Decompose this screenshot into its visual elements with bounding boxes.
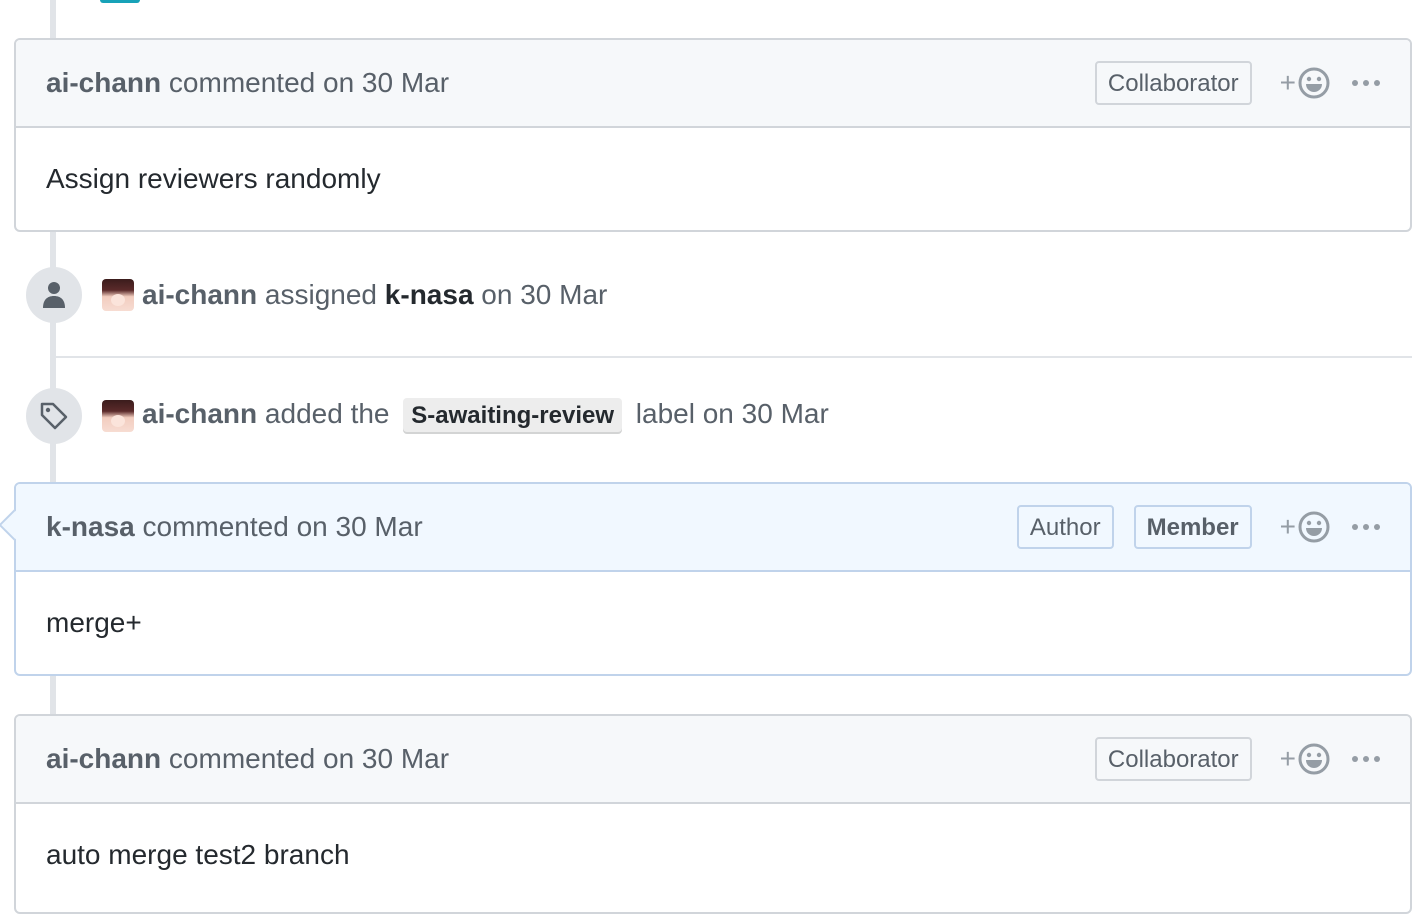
kebab-horizontal-icon [1352, 756, 1358, 762]
collaborator-badge: Collaborator [1094, 737, 1252, 781]
assigned-event-text: ai-chann assigned k-nasa on 30 Mar [142, 279, 607, 311]
person-icon [43, 282, 65, 308]
comment-meta: ai-chann commented on 30 Mar [46, 743, 1095, 775]
comment-body: Assign reviewers randomly [16, 128, 1410, 230]
assigned-event: ai-chann assigned k-nasa on 30 Mar [26, 265, 1412, 325]
plus-icon: + [1279, 67, 1296, 98]
more-options-button[interactable] [1352, 518, 1380, 536]
labeled-event-text: ai-chann added the S-awaiting-review lab… [142, 398, 829, 434]
add-reaction-button[interactable]: + [1280, 743, 1330, 775]
comment-date-link[interactable]: on 30 Mar [323, 67, 449, 98]
timeline-comment-author: k-nasa commented on 30 Mar Author Member… [0, 482, 1412, 676]
actor-link[interactable]: ai-chann [142, 279, 257, 310]
event-verb: added the [264, 398, 390, 429]
comment-action: commented [168, 743, 316, 774]
kebab-dot [1363, 756, 1369, 762]
plus-icon: + [1279, 743, 1296, 774]
comment-meta: ai-chann commented on 30 Mar [46, 67, 1095, 99]
comment-author-link[interactable]: ai-chann [46, 67, 161, 98]
issue-label[interactable]: S-awaiting-review [403, 398, 623, 434]
plus-icon: + [1279, 511, 1296, 542]
comment-author-link[interactable]: k-nasa [46, 511, 135, 542]
avatar[interactable] [102, 279, 134, 311]
assignee-link[interactable]: k-nasa [385, 279, 474, 310]
tag-icon [40, 402, 68, 430]
timeline-comment: ai-chann commented on 30 Mar Collaborato… [14, 38, 1412, 232]
timeline-comment: ai-chann commented on 30 Mar Collaborato… [14, 714, 1412, 914]
more-options-button[interactable] [1352, 750, 1380, 768]
comment-author-link[interactable]: ai-chann [46, 743, 161, 774]
kebab-horizontal-icon [1352, 80, 1358, 86]
timeline-divider [56, 356, 1412, 358]
smiley-icon [1298, 511, 1330, 543]
smiley-icon [1298, 743, 1330, 775]
labeled-event-badge [26, 388, 82, 444]
previous-item-edge [100, 0, 140, 3]
comment-body: auto merge test2 branch [16, 804, 1410, 906]
event-verb: assigned [264, 279, 378, 310]
add-reaction-button[interactable]: + [1280, 511, 1330, 543]
kebab-dot [1363, 80, 1369, 86]
add-reaction-button[interactable]: + [1280, 67, 1330, 99]
author-badge: Author [1016, 505, 1114, 549]
comment-header: ai-chann commented on 30 Mar Collaborato… [16, 716, 1410, 804]
kebab-dot [1374, 756, 1380, 762]
collaborator-badge: Collaborator [1094, 61, 1252, 105]
comment-text: auto merge test2 branch [46, 839, 350, 870]
event-suffix: label on 30 Mar [635, 398, 829, 429]
comment-date-link[interactable]: on 30 Mar [297, 511, 423, 542]
comment-action: commented [142, 511, 289, 542]
kebab-dot [1374, 80, 1380, 86]
timeline-rail [50, 674, 56, 716]
comment-meta: k-nasa commented on 30 Mar [46, 511, 1017, 543]
assigned-event-badge [26, 267, 82, 323]
smiley-icon [1298, 67, 1330, 99]
comment-body: merge+ [16, 572, 1410, 674]
comment-date-link[interactable]: on 30 Mar [323, 743, 449, 774]
kebab-dot [1363, 524, 1369, 530]
kebab-dot [1374, 524, 1380, 530]
comment-text: Assign reviewers randomly [46, 163, 381, 194]
comment-action: commented [168, 67, 316, 98]
timeline-rail [50, 0, 56, 40]
comment-text: merge+ [46, 607, 142, 638]
event-date-link[interactable]: on 30 Mar [481, 279, 607, 310]
kebab-horizontal-icon [1352, 524, 1358, 530]
actor-link[interactable]: ai-chann [142, 398, 257, 429]
comment-header: ai-chann commented on 30 Mar Collaborato… [16, 40, 1410, 128]
more-options-button[interactable] [1352, 74, 1380, 92]
labeled-event: ai-chann added the S-awaiting-review lab… [26, 386, 1412, 446]
avatar[interactable] [102, 400, 134, 432]
comment-header: k-nasa commented on 30 Mar Author Member… [16, 484, 1410, 572]
member-badge: Member [1133, 505, 1252, 549]
